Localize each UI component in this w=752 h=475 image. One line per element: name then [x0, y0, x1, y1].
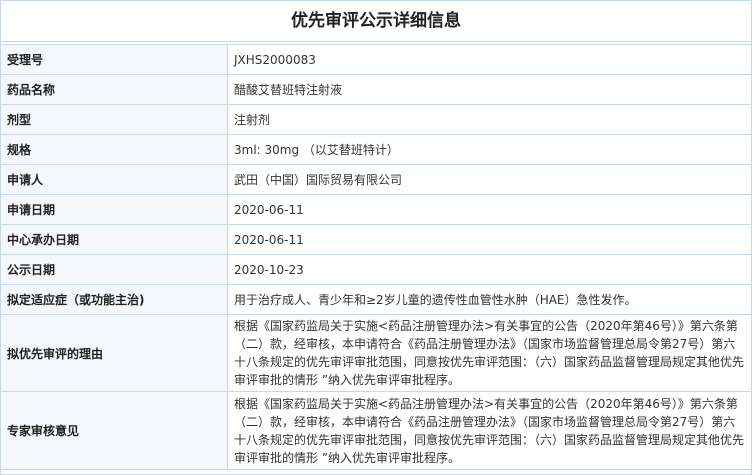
row-value: 3ml: 30mg （以艾替班特计） — [227, 134, 751, 165]
row-label: 申请人 — [1, 164, 228, 195]
row-label: 受理号 — [1, 44, 228, 75]
row-value: 武田（中国）国际贸易有限公司 — [227, 164, 751, 195]
row-application-date: 申请日期 2020-06-11 — [1, 194, 751, 225]
row-label: 拟优先审评的理由 — [1, 314, 228, 392]
row-drug-name: 药品名称 醋酸艾替班特注射液 — [1, 74, 751, 105]
row-value: 注射剂 — [227, 104, 751, 135]
row-label: 申请日期 — [1, 194, 228, 225]
row-label: 拟定适应症（或功能主治) — [1, 284, 228, 315]
row-specification: 规格 3ml: 30mg （以艾替班特计） — [1, 134, 751, 165]
row-label: 专家审核意见 — [1, 391, 228, 470]
row-value: 根据《国家药监局关于实施<药品注册管理办法>有关事宜的公告（2020年第46号）… — [227, 391, 751, 470]
row-acceptance-number: 受理号 JXHS2000083 — [1, 44, 751, 75]
row-dosage-form: 剂型 注射剂 — [1, 104, 751, 135]
detail-table: 受理号 JXHS2000083 药品名称 醋酸艾替班特注射液 剂型 注射剂 规格… — [1, 44, 751, 470]
row-label: 药品名称 — [1, 74, 228, 105]
row-label: 剂型 — [1, 104, 228, 135]
row-publicity-date: 公示日期 2020-10-23 — [1, 254, 751, 285]
row-value: 2020-06-11 — [227, 194, 751, 225]
row-value: 2020-06-11 — [227, 224, 751, 255]
detail-panel: 优先审评公示详细信息 受理号 JXHS2000083 药品名称 醋酸艾替班特注射… — [0, 0, 752, 475]
row-indication: 拟定适应症（或功能主治) 用于治疗成人、青少年和≥2岁儿童的遗传性血管性水肿（H… — [1, 284, 751, 315]
row-priority-reason: 拟优先审评的理由 根据《国家药监局关于实施<药品注册管理办法>有关事宜的公告（2… — [1, 314, 751, 392]
row-value: 醋酸艾替班特注射液 — [227, 74, 751, 105]
row-label: 规格 — [1, 134, 228, 165]
row-label: 公示日期 — [1, 254, 228, 285]
row-center-handling-date: 中心承办日期 2020-06-11 — [1, 224, 751, 255]
row-applicant: 申请人 武田（中国）国际贸易有限公司 — [1, 164, 751, 195]
row-value: 用于治疗成人、青少年和≥2岁儿童的遗传性血管性水肿（HAE）急性发作。 — [227, 284, 751, 315]
row-value: JXHS2000083 — [227, 44, 751, 75]
row-value: 2020-10-23 — [227, 254, 751, 285]
row-expert-opinion: 专家审核意见 根据《国家药监局关于实施<药品注册管理办法>有关事宜的公告（202… — [1, 391, 751, 470]
row-label: 中心承办日期 — [1, 224, 228, 255]
page-title: 优先审评公示详细信息 — [1, 1, 751, 42]
row-value: 根据《国家药监局关于实施<药品注册管理办法>有关事宜的公告（2020年第46号）… — [227, 314, 751, 392]
